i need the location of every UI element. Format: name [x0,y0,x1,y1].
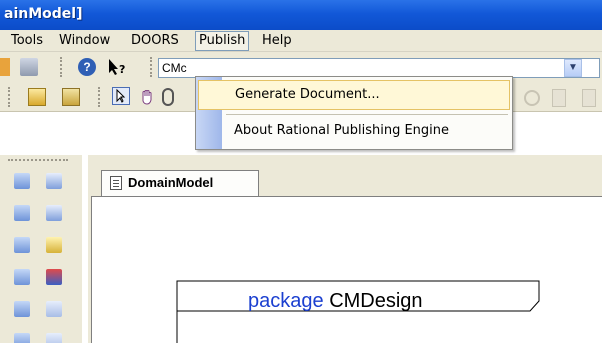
model-combo[interactable]: CMc [158,58,600,78]
chevron-down-icon[interactable]: ▼ [564,59,582,77]
package-title[interactable]: package CMDesign [248,290,423,313]
numbering-icon[interactable] [28,88,46,106]
package-keyword: package [248,290,324,312]
class-tool-icon[interactable] [14,173,30,189]
title-bar[interactable]: ainModel] [0,0,602,30]
zoom-icon[interactable] [162,88,174,106]
menu-item-generate-document[interactable]: Generate Document... [198,80,510,110]
package-tool-icon[interactable] [46,173,62,189]
select-pointer-icon[interactable] [112,87,130,105]
menu-doors[interactable]: DOORS [128,32,182,50]
package-shape[interactable] [92,197,602,343]
toolbar-grip[interactable] [98,87,101,107]
disabled-tool-icon [552,89,566,107]
relation-tool-icon[interactable] [46,269,62,285]
toolbar-grip[interactable] [150,57,153,77]
package-name: CMDesign [329,290,423,312]
association-tool-icon[interactable] [14,237,30,253]
help-icon[interactable]: ? [78,58,96,76]
whats-this-icon[interactable]: ? [106,58,125,76]
menu-separator [226,114,508,115]
palette-grip[interactable] [8,159,68,162]
hand-pan-icon[interactable] [138,88,156,106]
tab-domainmodel[interactable]: DomainModel [101,170,259,196]
object-tool-icon[interactable] [14,205,30,221]
print-icon[interactable] [20,58,38,76]
menu-publish[interactable]: Publish [195,31,250,51]
tab-label: DomainModel [128,175,214,190]
menu-item-about-rpe[interactable]: About Rational Publishing Engine [198,117,510,147]
diagram-palette [0,155,82,343]
underline-icon[interactable] [62,88,80,106]
menu-item-label: Generate Document... [235,87,380,102]
link-tool-icon[interactable] [46,333,62,343]
window-title: ainModel] [4,6,83,22]
menu-window[interactable]: Window [56,32,113,50]
diagram-canvas[interactable] [91,196,602,343]
menu-item-label: About Rational Publishing Engine [234,123,450,138]
actor-tool-icon[interactable] [14,269,30,285]
dependency-tool-icon[interactable] [46,237,62,253]
toolbar-grip[interactable] [8,87,11,107]
menu-tools[interactable]: Tools [8,32,46,50]
diagram-icon [110,176,122,190]
comment-tool-icon[interactable] [46,301,62,317]
disabled-tool-icon [582,89,596,107]
interface-tool-icon[interactable] [46,205,62,221]
menu-help[interactable]: Help [259,32,295,50]
toolbar-grip[interactable] [60,57,63,77]
note-tool-icon[interactable] [14,301,30,317]
anchor-tool-icon[interactable] [14,333,30,343]
publish-menu: Generate Document... About Rational Publ… [195,76,513,150]
svg-text:?: ? [119,63,125,76]
disabled-tool-icon [524,90,540,106]
menu-bar: Tools Window DOORS Publish Help [0,30,602,52]
open-icon[interactable] [0,58,10,76]
